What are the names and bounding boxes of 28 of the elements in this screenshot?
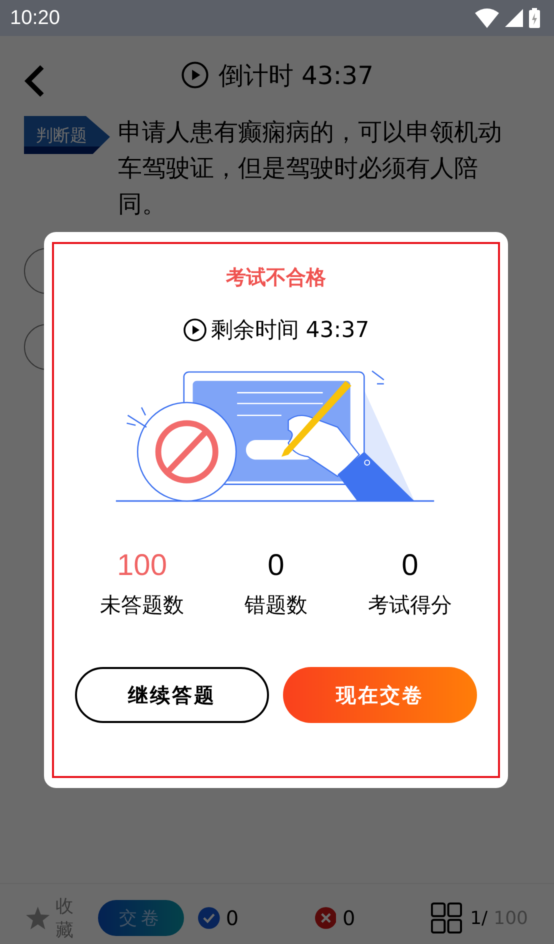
cross-icon — [314, 906, 336, 930]
stat-label: 考试得分 — [368, 592, 452, 619]
star-icon — [26, 906, 50, 930]
stat-value: 100 — [116, 549, 168, 583]
correct-count: 0 — [226, 906, 239, 930]
back-icon[interactable] — [22, 64, 46, 98]
stat-value: 0 — [402, 549, 418, 583]
grid-icon[interactable] — [431, 901, 462, 935]
countdown-timer: 倒计时 43:37 — [218, 60, 374, 92]
question-text: 申请人患有癫痫病的，可以申领机动车驾驶证，但是驾驶时必须有人陪同。 — [118, 117, 503, 220]
remaining-time: 剩余时间 43:37 — [210, 317, 370, 345]
submit-now-button[interactable]: 现在交卷 — [283, 667, 477, 723]
play-icon — [182, 318, 207, 342]
continue-button[interactable]: 继续答题 — [75, 667, 269, 723]
current-question: 1/ — [470, 908, 488, 928]
submit-button[interactable]: 交卷 — [98, 900, 184, 936]
signal-icon — [505, 9, 523, 27]
status-time: 10:20 — [10, 6, 60, 30]
question-type-tag: 判断题 — [24, 116, 110, 154]
dialog-title: 考试不合格 — [226, 264, 326, 291]
wifi-icon — [475, 8, 499, 28]
play-icon — [180, 61, 208, 89]
stat-label: 错题数 — [244, 592, 308, 619]
check-icon — [198, 906, 220, 930]
stat-value: 0 — [268, 549, 284, 583]
stat-label: 未答题数 — [100, 592, 184, 619]
wrong-count: 0 — [342, 906, 356, 930]
battery-icon — [529, 8, 540, 28]
